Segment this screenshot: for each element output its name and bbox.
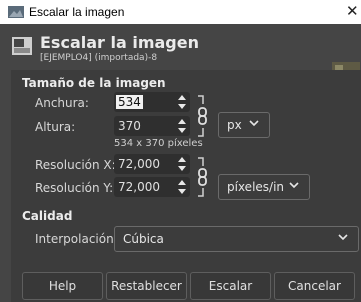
- chevron-down-icon: [249, 120, 259, 127]
- width-decrement-icon[interactable]: [178, 104, 186, 109]
- resolution-x-spinbutton[interactable]: 72,000: [114, 154, 190, 174]
- reset-button[interactable]: Restablecer: [106, 272, 187, 300]
- dialog-title: Escalar la imagen: [40, 33, 199, 52]
- interpolation-dropdown[interactable]: Cúbica: [114, 226, 359, 252]
- resolution-y-increment-icon[interactable]: [178, 180, 186, 185]
- resolution-chain-link-icon[interactable]: [196, 156, 210, 198]
- height-increment-icon[interactable]: [178, 119, 186, 124]
- chain-link-icon[interactable]: [196, 94, 210, 138]
- resolution-y-spinbutton[interactable]: 72,000: [114, 177, 190, 197]
- height-decrement-icon[interactable]: [178, 128, 186, 133]
- interpolation-value: Cúbica: [123, 232, 164, 246]
- resolution-x-increment-icon[interactable]: [178, 157, 186, 162]
- width-spinbutton[interactable]: 534: [114, 92, 190, 112]
- resolution-unit-value: píxeles/in: [227, 180, 285, 194]
- resolution-x-value[interactable]: 72,000: [118, 157, 160, 171]
- resolution-x-label: Resolución X:: [35, 158, 116, 172]
- quality-section-title: Calidad: [22, 209, 73, 223]
- width-increment-icon[interactable]: [178, 95, 186, 100]
- gimp-app-icon: [8, 6, 24, 18]
- width-label: Anchura:: [35, 96, 89, 110]
- image-size-section-title: Tamaño de la imagen: [22, 76, 166, 90]
- resolution-y-value[interactable]: 72,000: [118, 180, 160, 194]
- scale-image-icon: [12, 37, 32, 55]
- size-unit-value: px: [227, 118, 242, 132]
- cancel-button[interactable]: Cancelar: [274, 272, 355, 300]
- pixel-size-summary: 534 x 370 píxeles: [114, 138, 203, 149]
- width-value[interactable]: 534: [116, 95, 143, 109]
- height-value[interactable]: 370: [118, 119, 141, 133]
- height-label: Altura:: [35, 120, 76, 134]
- resolution-y-label: Resolución Y:: [35, 181, 114, 195]
- resolution-x-decrement-icon[interactable]: [178, 166, 186, 171]
- height-spinbutton[interactable]: 370: [114, 116, 190, 136]
- interpolation-label: Interpolación:: [35, 232, 118, 246]
- window-titlebar: Escalar la imagen ✕: [0, 0, 361, 24]
- scale-button[interactable]: Escalar: [190, 272, 271, 300]
- close-icon[interactable]: ✕: [346, 2, 359, 20]
- window-title: Escalar la imagen: [29, 5, 125, 19]
- chevron-down-icon: [338, 234, 348, 241]
- resolution-y-decrement-icon[interactable]: [178, 189, 186, 194]
- help-button[interactable]: Help: [22, 272, 103, 300]
- dialog-header: Escalar la imagen [EJEMPLO4] (importada)…: [0, 24, 361, 82]
- image-identifier: [EJEMPLO4] (importada)-8: [40, 53, 158, 63]
- resolution-unit-dropdown[interactable]: píxeles/in: [218, 174, 310, 200]
- chevron-down-icon: [289, 182, 299, 189]
- size-unit-dropdown[interactable]: px: [218, 112, 270, 138]
